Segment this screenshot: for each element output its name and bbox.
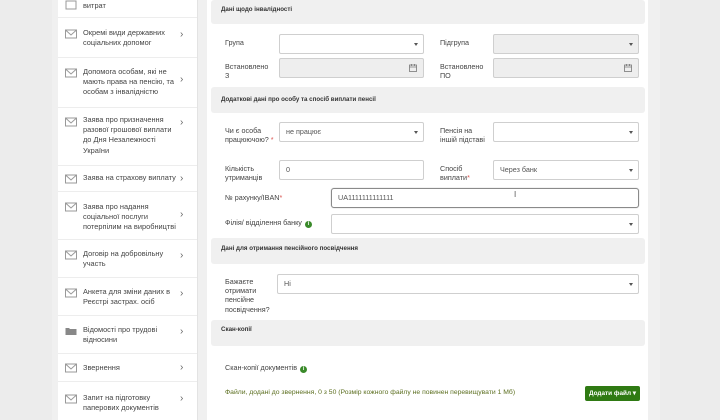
envelope-icon	[65, 29, 77, 39]
chevron-right-icon: ›	[180, 74, 184, 85]
envelope-icon	[65, 174, 77, 184]
sidebar-item-disability-assistance[interactable]: Допомога особам, які не мають права на п…	[58, 58, 197, 108]
other-pension-select[interactable]	[493, 122, 639, 142]
other-pension-label: Пенсія на іншій підставі	[440, 126, 485, 145]
sidebar-item-paper-documents[interactable]: Запит на підготовку паперових документів…	[58, 382, 197, 420]
envelope-icon	[65, 68, 77, 78]
sidebar-item-social-assistance[interactable]: Окремі види державних соціальних допомог…	[58, 18, 197, 58]
chevron-down-icon	[414, 43, 418, 46]
certificate-wish-select[interactable]: Ні	[277, 274, 639, 294]
sidebar-item-expenses[interactable]: витрат	[58, 0, 197, 18]
chevron-right-icon: ›	[180, 393, 184, 404]
sidebar-item-social-service[interactable]: Заява про надання соціальної послуги пот…	[58, 192, 197, 240]
caret-down-icon: ▾	[632, 390, 637, 397]
sidebar-item-labor-relations[interactable]: Відомості про трудові відносини ›	[58, 316, 197, 354]
files-info-text: Файли, додані до звернення, 0 з 50 (Розм…	[225, 389, 516, 396]
sidebar-item-label: Допомога особам, які не мають права на п…	[83, 67, 174, 97]
sidebar-item-label: Запит на підготовку паперових документів	[83, 393, 159, 413]
payment-method-label: Спосіб виплати*	[440, 164, 470, 183]
sidebar-item-voluntary-contract[interactable]: Договір на добровільну участь ›	[58, 240, 197, 278]
calendar-icon[interactable]	[409, 64, 417, 72]
sidebar-item-label: Анкета для зміни даних в Реєстрі застрах…	[83, 287, 171, 307]
scan-docs-label: Скан-копії документів i	[225, 363, 308, 373]
sidebar-item-independence-payment[interactable]: Заява про призначення разової грошової в…	[58, 108, 197, 166]
chevron-right-icon: ›	[180, 209, 184, 220]
folder-icon	[65, 328, 77, 335]
sidebar-item-label: Заява на страхову виплату	[83, 173, 176, 182]
set-from-date-input[interactable]	[279, 58, 424, 78]
iban-label: № рахунку/IBAN*	[225, 193, 283, 202]
sidebar: витрат Окремі види державних соціальних …	[58, 0, 198, 420]
section-disability-header: Дані щодо інвалідності	[211, 0, 645, 24]
document-icon	[65, 0, 77, 10]
chevron-right-icon: ›	[180, 362, 184, 373]
sidebar-item-appeals[interactable]: Звернення ›	[58, 354, 197, 382]
chevron-right-icon: ›	[180, 288, 184, 299]
certificate-wish-label: Бажаєте отримати пенсійне посвідчення?	[225, 277, 270, 314]
working-select[interactable]: не працює	[279, 122, 424, 142]
branch-label: Філія/ відділення банку i	[225, 218, 312, 228]
section-additional-header: Додаткові дані про особу та спосіб випла…	[211, 87, 645, 113]
sidebar-item-label: Відомості про трудові відносини	[83, 325, 158, 345]
dependents-label: Кількість утриманців	[225, 164, 263, 183]
info-icon[interactable]: i	[300, 366, 308, 373]
chevron-down-icon	[629, 169, 633, 172]
sidebar-item-registry-form[interactable]: Анкета для зміни даних в Реєстрі застрах…	[58, 278, 197, 316]
sidebar-item-label: Окремі види державних соціальних допомог	[83, 28, 165, 48]
group-label: Група	[225, 38, 244, 47]
envelope-icon	[65, 288, 77, 298]
chevron-right-icon: ›	[180, 29, 184, 40]
info-icon[interactable]: i	[304, 221, 312, 228]
payment-method-select[interactable]: Через банк	[493, 160, 639, 180]
add-file-button[interactable]: Додати файл ▾	[585, 386, 640, 401]
sidebar-item-insurance-payment[interactable]: Заява на страхову виплату ›	[58, 166, 197, 192]
subgroup-label: Підгрупа	[440, 38, 469, 47]
section-certificate-header: Дані для отримання пенсійного посвідченн…	[211, 238, 645, 264]
chevron-down-icon	[629, 283, 633, 286]
sidebar-item-label: Звернення	[83, 363, 120, 372]
set-to-date-input[interactable]	[493, 58, 639, 78]
chevron-right-icon: ›	[180, 326, 184, 337]
iban-input[interactable]: UA1111111111111	[331, 188, 639, 208]
right-background	[660, 0, 720, 420]
subgroup-select[interactable]	[493, 34, 639, 54]
envelope-icon	[65, 363, 77, 373]
envelope-icon	[65, 202, 77, 212]
set-from-label: Встановлено З	[225, 62, 269, 81]
chevron-down-icon	[414, 131, 418, 134]
working-label: Чи є особа працюючою? *	[225, 126, 274, 145]
group-select[interactable]	[279, 34, 424, 54]
sidebar-item-label: Заява про призначення разової грошової в…	[83, 115, 172, 155]
section-scans-header: Скан-копії	[211, 320, 645, 346]
sidebar-item-label: витрат	[83, 1, 106, 10]
text-cursor-icon: I	[514, 190, 517, 199]
left-background	[0, 0, 52, 420]
sidebar-item-label: Заява про надання соціальної послуги пот…	[83, 202, 176, 232]
envelope-icon	[65, 394, 77, 404]
branch-select[interactable]	[331, 214, 639, 234]
chevron-down-icon	[629, 43, 633, 46]
calendar-icon[interactable]	[624, 64, 632, 72]
chevron-down-icon	[629, 131, 633, 134]
envelope-icon	[65, 117, 77, 127]
chevron-down-icon	[629, 223, 633, 226]
main-form: Дані щодо інвалідності Група Підгрупа Вс…	[207, 0, 648, 420]
set-to-label: Встановлено ПО	[440, 62, 484, 81]
chevron-right-icon: ›	[180, 173, 184, 184]
chevron-right-icon: ›	[180, 250, 184, 261]
sidebar-item-label: Договір на добровільну участь	[83, 249, 164, 269]
chevron-right-icon: ›	[180, 117, 184, 128]
envelope-icon	[65, 250, 77, 260]
dependents-input[interactable]: 0	[279, 160, 424, 180]
